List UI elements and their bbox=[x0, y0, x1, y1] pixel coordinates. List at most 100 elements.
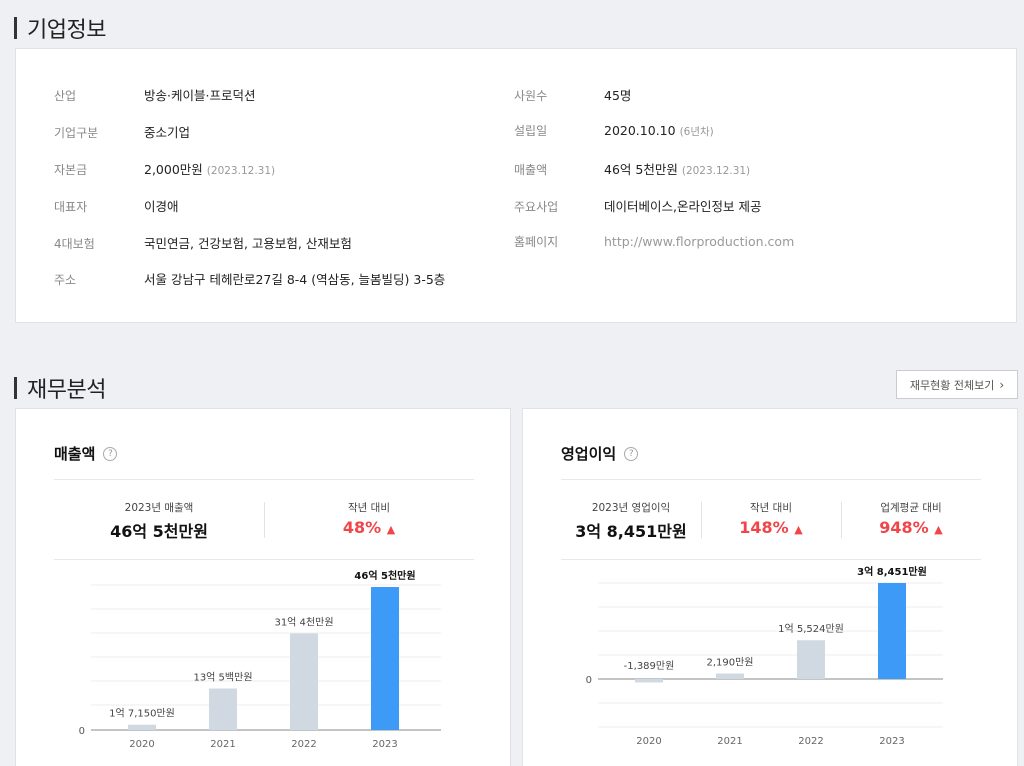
bar-2020[interactable] bbox=[635, 679, 663, 683]
view-all-finance-button[interactable]: 재무현황 전체보기 › bbox=[896, 370, 1018, 399]
info-employees: 사원수 45명 bbox=[514, 85, 631, 104]
triangle-up-icon: ▲ bbox=[934, 523, 943, 536]
bar-2021[interactable] bbox=[209, 688, 237, 730]
stat-value: 148% ▲ bbox=[701, 518, 841, 537]
info-date: (2023.12.31) bbox=[206, 165, 276, 177]
xtick-label: 2020 bbox=[636, 736, 661, 747]
view-all-label: 재무현황 전체보기 bbox=[909, 378, 995, 392]
stat-value: 46억 5천만원 bbox=[110, 522, 208, 541]
xtick-label: 2021 bbox=[210, 739, 235, 750]
profit-card: 영업이익 ? 2023년 영업이익 3억 8,451만원 작년 대비 148% … bbox=[522, 408, 1018, 766]
finance-heading: 재무분석 bbox=[14, 372, 106, 404]
company-info-heading: 기업정보 bbox=[14, 12, 106, 44]
data-label: -1,389만원 bbox=[624, 660, 675, 672]
ytick-label: 0 bbox=[79, 726, 85, 737]
info-label: 매출액 bbox=[514, 163, 548, 177]
finance-title: 재무분석 bbox=[27, 378, 106, 403]
company-info-title: 기업정보 bbox=[27, 18, 106, 43]
info-label: 기업구분 bbox=[54, 126, 99, 140]
info-value: 방송·케이블·프로덕션 bbox=[144, 88, 256, 103]
chevron-right-icon: › bbox=[999, 377, 1005, 392]
divider bbox=[561, 479, 981, 480]
bar-2021[interactable] bbox=[716, 673, 744, 679]
bar-2023[interactable] bbox=[878, 583, 906, 679]
info-label: 자본금 bbox=[54, 163, 88, 177]
bar-2020[interactable] bbox=[128, 724, 156, 730]
company-info-card: 산업 방송·케이블·프로덕션 기업구분 중소기업 자본금 2,000만원 (20… bbox=[15, 48, 1017, 323]
info-insurance: 4대보험 국민연금, 건강보험, 고용보험, 산재보험 bbox=[54, 233, 352, 252]
revenue-stat-yoy: 작년 대비 48% ▲ bbox=[264, 500, 474, 537]
profit-title-text: 영업이익 bbox=[561, 445, 617, 463]
info-value: 2,000만원 bbox=[144, 162, 203, 177]
data-label: 1억 7,150만원 bbox=[109, 708, 175, 720]
info-label: 산업 bbox=[54, 89, 77, 103]
xtick-label: 2022 bbox=[798, 736, 823, 747]
stat-value-text: 948% bbox=[879, 518, 929, 537]
bar-2022[interactable] bbox=[797, 640, 825, 679]
info-industry: 산업 방송·케이블·프로덕션 bbox=[54, 85, 255, 104]
info-label: 주소 bbox=[54, 273, 77, 287]
xtick-label: 2020 bbox=[129, 739, 154, 750]
data-label: 1억 5,524만원 bbox=[778, 623, 844, 635]
profit-stat-industry: 업계평균 대비 948% ▲ bbox=[841, 500, 981, 537]
info-value: 이경애 bbox=[144, 199, 179, 214]
info-value: 중소기업 bbox=[144, 125, 191, 140]
revenue-title-text: 매출액 bbox=[54, 445, 96, 463]
stat-value-text: 148% bbox=[739, 518, 789, 537]
heading-bar bbox=[14, 17, 17, 39]
data-label: 46억 5천만원 bbox=[354, 569, 415, 582]
stat-label: 2023년 영업이익 bbox=[591, 502, 671, 514]
bar-2023[interactable] bbox=[371, 587, 399, 730]
homepage-link[interactable]: http://www.florproduction.com bbox=[604, 234, 794, 249]
info-value: 46억 5천만원 bbox=[604, 162, 678, 177]
info-value: 2020.10.10 bbox=[604, 123, 676, 138]
info-value: 데이터베이스,온라인정보 제공 bbox=[604, 199, 762, 214]
data-label: 31억 4천만원 bbox=[274, 616, 333, 628]
ytick-label: 0 bbox=[586, 675, 592, 686]
info-company-type: 기업구분 중소기업 bbox=[54, 122, 190, 141]
stat-label: 작년 대비 bbox=[750, 502, 792, 514]
bar-2022[interactable] bbox=[290, 633, 318, 730]
stat-label: 2023년 매출액 bbox=[124, 502, 194, 514]
info-business: 주요사업 데이터베이스,온라인정보 제공 bbox=[514, 196, 761, 215]
stat-label: 업계평균 대비 bbox=[880, 502, 942, 514]
info-value: 국민연금, 건강보험, 고용보험, 산재보험 bbox=[144, 236, 352, 251]
data-label: 3억 8,451만원 bbox=[857, 565, 927, 578]
profit-stat-total: 2023년 영업이익 3억 8,451만원 bbox=[561, 500, 701, 542]
info-label: 대표자 bbox=[54, 200, 88, 214]
stat-value-text: 48% bbox=[342, 518, 382, 537]
info-date: (2023.12.31) bbox=[681, 165, 751, 177]
xtick-label: 2023 bbox=[879, 736, 904, 747]
info-revenue: 매출액 46억 5천만원 (2023.12.31) bbox=[514, 159, 750, 178]
triangle-up-icon: ▲ bbox=[386, 523, 396, 536]
question-icon[interactable]: ? bbox=[624, 446, 639, 461]
revenue-card-title: 매출액 ? bbox=[54, 443, 118, 464]
data-label: 2,190만원 bbox=[706, 657, 753, 669]
revenue-card: 매출액 ? 2023년 매출액 46억 5천만원 작년 대비 48% ▲ 0 1억… bbox=[15, 408, 511, 766]
question-icon[interactable]: ? bbox=[103, 446, 118, 461]
stat-value: 948% ▲ bbox=[841, 518, 981, 537]
heading-bar bbox=[14, 377, 17, 399]
stat-label: 작년 대비 bbox=[348, 502, 390, 514]
info-label: 사원수 bbox=[514, 89, 548, 103]
info-address: 주소 서울 강남구 테헤란로27길 8-4 (역삼동, 늘봄빌딩) 3-5층 bbox=[54, 269, 445, 288]
info-label: 홈페이지 bbox=[514, 235, 559, 249]
info-ceo: 대표자 이경애 bbox=[54, 196, 179, 215]
profit-card-title: 영업이익 ? bbox=[561, 443, 639, 464]
data-label: 13억 5백만원 bbox=[193, 671, 252, 683]
info-years: (6년차) bbox=[679, 126, 714, 138]
divider bbox=[54, 479, 474, 480]
info-capital: 자본금 2,000만원 (2023.12.31) bbox=[54, 159, 275, 178]
info-value: 서울 강남구 테헤란로27길 8-4 (역삼동, 늘봄빌딩) 3-5층 bbox=[144, 272, 446, 287]
profit-stat-yoy: 작년 대비 148% ▲ bbox=[701, 500, 841, 537]
info-label: 4대보험 bbox=[54, 237, 95, 251]
info-homepage: 홈페이지 http://www.florproduction.com bbox=[514, 233, 794, 250]
revenue-chart: 0 1억 7,150만원 2020 13억 5백만원 2021 31억 4천만원 2022 4… bbox=[79, 569, 441, 750]
xtick-label: 2022 bbox=[291, 739, 316, 750]
info-value: 45명 bbox=[604, 88, 632, 103]
xtick-label: 2023 bbox=[372, 739, 397, 750]
triangle-up-icon: ▲ bbox=[794, 523, 803, 536]
revenue-stat-total: 2023년 매출액 46억 5천만원 bbox=[54, 500, 264, 542]
stat-value: 3억 8,451만원 bbox=[575, 522, 687, 541]
xtick-label: 2021 bbox=[717, 736, 742, 747]
